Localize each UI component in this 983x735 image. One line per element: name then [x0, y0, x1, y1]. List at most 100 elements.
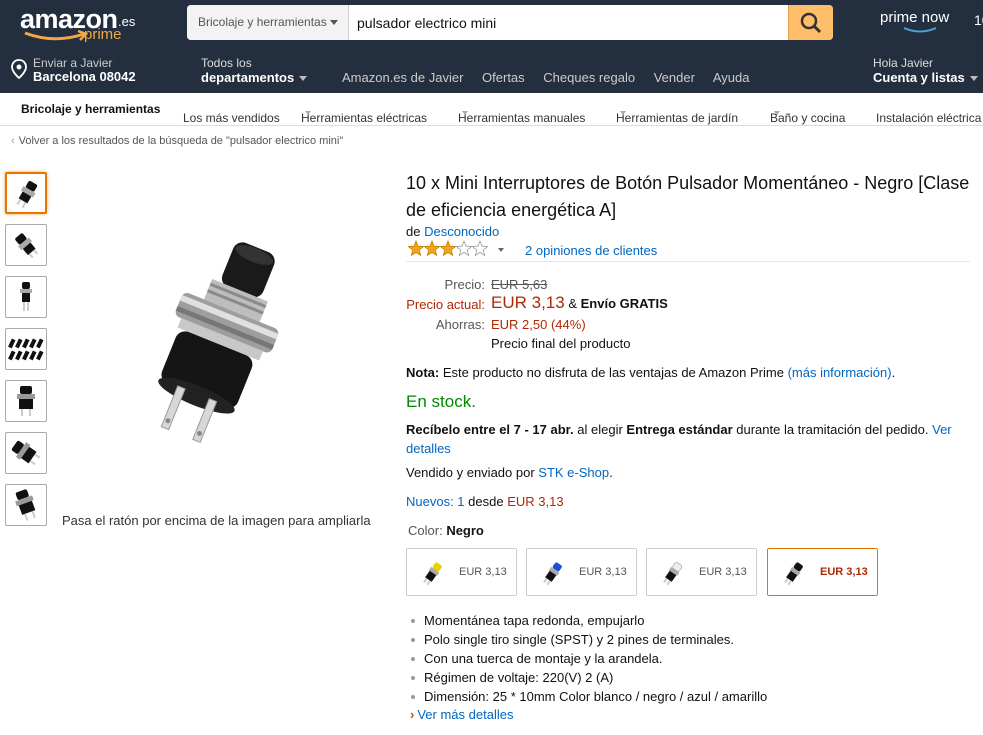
color-swatch-blue[interactable]: EUR 3,13 [526, 548, 637, 596]
note-label: Nota: [406, 365, 440, 380]
new-offers: Nuevos: 1 desde EUR 3,13 [406, 494, 564, 509]
chevron-left-icon: ‹ [11, 135, 15, 147]
final-price-note: Precio final del producto [491, 336, 631, 351]
thumbnail-6[interactable] [5, 432, 47, 474]
subnav-item-bricolaje[interactable]: Bricolaje y herramientas [21, 102, 160, 116]
search-input[interactable] [349, 5, 787, 40]
search-button[interactable] [788, 5, 833, 40]
chevron-down-icon [462, 111, 468, 115]
brand-byline: de Desconocido [406, 224, 499, 239]
star-filled-icon [439, 240, 457, 257]
current-price: EUR 3,13 [491, 293, 565, 312]
truncated-header-text: 10 [974, 12, 983, 28]
delivery-info: Recíbelo entre el 7 - 17 abr. al elegir … [406, 420, 971, 458]
more-info-link[interactable]: (más información) [788, 365, 892, 380]
color-swatch-black[interactable]: EUR 3,13 [767, 548, 878, 596]
seller-end: . [609, 465, 613, 480]
prime-now-label: prime now [880, 9, 950, 26]
current-price-row: EUR 3,13 & Envío GRATIS [491, 293, 668, 313]
top-header: amazon .es prime Bricolaje y herramienta… [0, 0, 983, 93]
nav-link-your-amazon[interactable]: Amazon.es de Javier [342, 70, 463, 85]
note-text: Este producto no disfruta de las ventaja… [442, 365, 784, 380]
prime-now-link[interactable]: prime now [880, 9, 950, 33]
swatch-price: EUR 3,13 [699, 566, 747, 578]
thumbnail-3[interactable] [5, 276, 47, 318]
seller-link[interactable]: STK e-Shop [538, 465, 609, 480]
subnav-label: Baño y cocina [770, 111, 846, 125]
zoom-hint: Pasa el ratón por encima de la imagen pa… [62, 513, 371, 528]
subnav-label: Herramientas manuales [458, 111, 586, 125]
see-more-label: Ver más detalles [417, 707, 514, 722]
color-label: Color: Negro [408, 523, 484, 538]
star-empty-icon [455, 240, 473, 257]
color-swatch-yellow[interactable]: EUR 3,13 [406, 548, 517, 596]
color-swatch-white[interactable]: EUR 3,13 [646, 548, 757, 596]
back-to-results-link[interactable]: ‹ Volver a los resultados de la búsqueda … [11, 135, 343, 147]
chevron-down-icon[interactable] [498, 248, 504, 252]
chevron-down-icon [969, 76, 978, 82]
nav-link-offers[interactable]: Ofertas [482, 70, 525, 85]
thumbnail-7[interactable] [5, 484, 47, 526]
stock-status: En stock. [406, 392, 476, 411]
chevron-down-icon [774, 111, 780, 115]
thumbnail-1[interactable] [5, 172, 47, 214]
star-empty-icon [471, 240, 489, 257]
back-link-label: Volver a los resultados de la búsqueda d… [18, 135, 344, 147]
account-line2: Cuenta y listas [873, 70, 965, 85]
see-more-details-link[interactable]: › Ver más detalles [410, 707, 513, 722]
price-label: Precio: [444, 277, 485, 292]
account-line1: Hola Javier [873, 56, 934, 70]
delivery-rest: durante la tramitación del pedido. [736, 422, 929, 437]
account-menu[interactable]: Hola Javier Cuenta y listas [873, 56, 978, 85]
search-category-dropdown[interactable]: Bricolaje y herramientas [187, 5, 349, 40]
swatch-price: EUR 3,13 [459, 566, 507, 578]
delivery-mid: al elegir [577, 422, 623, 437]
smile-arrow-icon [24, 30, 89, 41]
product-main-image[interactable] [125, 237, 295, 457]
switch-white-image [663, 562, 683, 586]
switch-thumbnail-image [15, 233, 39, 259]
list-price: EUR 5,63 [491, 277, 548, 292]
chevron-down-icon [299, 76, 308, 82]
feature-bullet: Régimen de voltaje: 220(V) 2 (A) [410, 668, 767, 687]
thumbnail-2[interactable] [5, 224, 47, 266]
departments-line1: Todos los [201, 56, 252, 70]
nav-link-sell[interactable]: Vender [654, 70, 695, 85]
switch-thumbnail-image [11, 440, 41, 466]
amazon-logo[interactable]: amazon .es prime [20, 4, 140, 44]
nav-link-help[interactable]: Ayuda [713, 70, 750, 85]
header-nav-links: Amazon.es de Javier Ofertas Cheques rega… [342, 70, 764, 85]
feature-bullet: Polo single tiro single (SPST) y 2 pines… [410, 630, 767, 649]
color-value: Negro [446, 523, 484, 538]
thumbnail-5[interactable] [5, 380, 47, 422]
seller-info: Vendido y enviado por STK e-Shop. [406, 465, 613, 480]
feature-bullet: Con una tuerca de montaje y la arandela. [410, 649, 767, 668]
product-title: 10 x Mini Interruptores de Botón Pulsado… [406, 173, 970, 220]
star-rating[interactable] [408, 240, 493, 258]
nav-link-gift-cards[interactable]: Cheques regalo [543, 70, 635, 85]
new-offers-price: EUR 3,13 [507, 494, 564, 509]
new-offers-link[interactable]: Nuevos: 1 [406, 494, 465, 509]
switch-set-thumbnail-image [8, 338, 44, 361]
thumbnail-4[interactable] [5, 328, 47, 370]
savings-value: EUR 2,50 (44%) [491, 317, 586, 332]
departments-menu[interactable]: Todos los departamentos [201, 56, 308, 85]
chevron-down-icon [305, 111, 311, 115]
search-bar: Bricolaje y herramientas [187, 5, 833, 40]
switch-yellow-image [423, 562, 442, 586]
location-line1: Enviar a Javier [33, 56, 113, 70]
current-price-label: Precio actual: [406, 297, 485, 312]
swatch-price: EUR 3,13 [820, 566, 868, 578]
switch-thumbnail-image [20, 282, 32, 311]
note-end: . [891, 365, 896, 380]
feature-bullets: Momentánea tapa redonda, empujarlo Polo … [410, 611, 767, 706]
brand-link[interactable]: Desconocido [424, 224, 499, 239]
search-icon [800, 12, 822, 34]
color-label-text: Color: [408, 523, 443, 538]
departments-line2: departamentos [201, 70, 295, 85]
free-shipping: Envío GRATIS [580, 296, 668, 311]
location-line2: Barcelona 08042 [33, 69, 136, 84]
shipping-amp: & [568, 296, 577, 311]
switch-blue-image [543, 562, 562, 586]
reviews-link[interactable]: 2 opiniones de clientes [525, 243, 657, 258]
